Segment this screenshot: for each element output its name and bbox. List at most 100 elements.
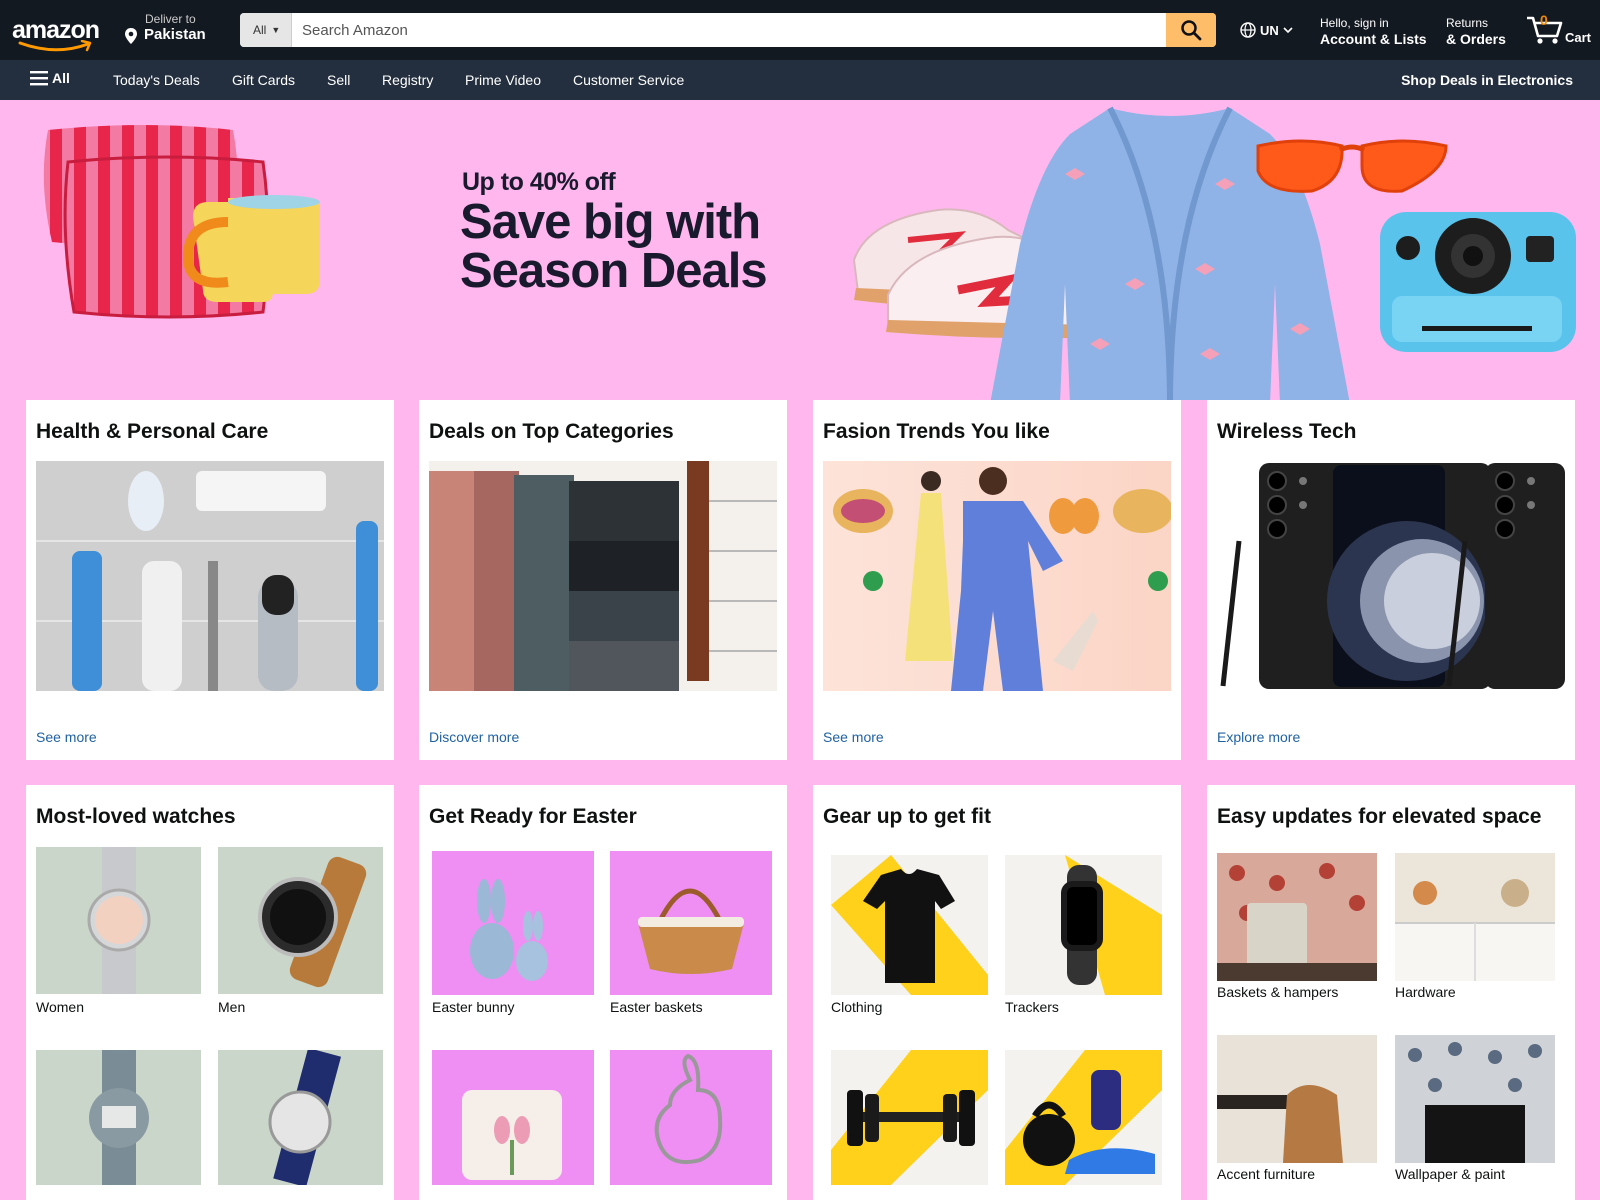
card-health-personal-care: Health & Personal Care See more (26, 400, 394, 760)
account-greeting: Hello, sign in (1320, 16, 1389, 30)
fitness-clothing-tile[interactable] (831, 855, 988, 995)
tshirt-image (831, 855, 988, 995)
nav-registry[interactable]: Registry (382, 72, 433, 88)
search-button[interactable] (1166, 13, 1216, 47)
hero-subheadline: Up to 40% off (462, 168, 616, 196)
card-easy-updates-space: Easy updates for elevated space Baskets … (1207, 785, 1575, 1200)
smartphone-image[interactable] (1217, 461, 1565, 691)
sunglasses-image (1256, 139, 1448, 193)
search-category-dropdown[interactable]: All ▼ (240, 13, 292, 47)
tile-label-clothing[interactable]: Clothing (831, 999, 882, 1015)
amazon-logo[interactable]: amazon (12, 10, 104, 52)
card-title: Most-loved watches (36, 805, 236, 828)
sport-watch-image (268, 1050, 342, 1185)
accent-furniture-image (1217, 1035, 1377, 1163)
cart-button[interactable]: 0 Cart (1525, 12, 1597, 48)
tile-label-women[interactable]: Women (36, 999, 84, 1015)
chevron-down-icon (1283, 27, 1293, 34)
tile-label-trackers[interactable]: Trackers (1005, 999, 1059, 1015)
bunny-cookie-cutter-image (654, 1053, 723, 1165)
baskets-hampers-image (1217, 853, 1377, 981)
wallpaper-paint-image (1395, 1035, 1555, 1163)
search-category-label: All (253, 23, 267, 37)
card-link-explore-more[interactable]: Explore more (1217, 729, 1300, 745)
card-link-see-more[interactable]: See more (823, 729, 884, 745)
account-menu[interactable]: Hello, sign in Account & Lists (1320, 16, 1427, 47)
baskets-hampers-tile[interactable] (1217, 853, 1377, 981)
search-icon (1181, 20, 1202, 41)
easter-pillows-tile[interactable] (432, 1050, 594, 1185)
language-selector[interactable]: UN (1240, 22, 1293, 38)
hero-headline: Save big with Season Deals (460, 195, 768, 298)
pillows-mug-image (43, 125, 320, 319)
tile-label-easter-bunny[interactable]: Easter bunny (432, 999, 515, 1015)
card-link-see-more[interactable]: See more (36, 729, 97, 745)
tile-label-baskets-hampers[interactable]: Baskets & hampers (1217, 984, 1338, 1000)
card-title: Wireless Tech (1217, 420, 1357, 443)
health-products-image[interactable] (36, 461, 384, 691)
tile-label-wallpaper-paint[interactable]: Wallpaper & paint (1395, 1166, 1505, 1182)
returns-label: Returns (1446, 16, 1489, 30)
fitness-trackers-tile[interactable] (1005, 855, 1162, 995)
globe-icon (1240, 22, 1256, 38)
fitness-tracker-image (1061, 855, 1162, 995)
watch-women-tile[interactable] (36, 847, 201, 994)
card-deals-top-categories: Deals on Top Categories Discover more (419, 400, 787, 760)
nav-customer-service[interactable]: Customer Service (573, 72, 684, 88)
language-code: UN (1260, 22, 1279, 38)
card-title: Deals on Top Categories (429, 420, 674, 443)
accent-furniture-tile[interactable] (1217, 1035, 1377, 1163)
wallpaper-paint-tile[interactable] (1395, 1035, 1555, 1163)
tulip-pillows-image (462, 1090, 562, 1180)
fitness-gear-tile[interactable] (1005, 1050, 1162, 1185)
watch-kids-tile[interactable] (36, 1050, 201, 1185)
nav-prime-video[interactable]: Prime Video (465, 72, 541, 88)
card-gear-up-fit: Gear up to get fit Clothing Trackers (813, 785, 1181, 1200)
women-watch-image (87, 847, 151, 994)
tile-label-men[interactable]: Men (218, 999, 245, 1015)
all-menu-label: All (52, 70, 70, 86)
tile-label-easter-baskets[interactable]: Easter baskets (610, 999, 703, 1015)
dumbbell-image (831, 1050, 988, 1185)
card-most-loved-watches: Most-loved watches Women Men (26, 785, 394, 1200)
easter-bunny-tile[interactable] (432, 851, 594, 995)
returns-orders[interactable]: Returns & Orders (1446, 16, 1506, 47)
nav-shop-deals-electronics[interactable]: Shop Deals in Electronics (1401, 72, 1573, 88)
watch-sport-tile[interactable] (218, 1050, 383, 1185)
deliver-to-label: Deliver to (145, 12, 196, 26)
hardware-tile[interactable] (1395, 853, 1555, 981)
nav-sell[interactable]: Sell (327, 72, 350, 88)
scarves-illustration (429, 461, 777, 691)
sub-nav: All Today's Deals Gift Cards Sell Regist… (0, 60, 1600, 100)
deliver-location: Pakistan (144, 26, 206, 43)
all-menu-button[interactable]: All (30, 70, 70, 86)
card-link-discover-more[interactable]: Discover more (429, 729, 519, 745)
nav-todays-deals[interactable]: Today's Deals (113, 72, 200, 88)
tile-label-hardware[interactable]: Hardware (1395, 984, 1456, 1000)
easter-cookie-cutter-tile[interactable] (610, 1050, 772, 1185)
fitness-dumbbells-tile[interactable] (831, 1050, 988, 1185)
nav-gift-cards[interactable]: Gift Cards (232, 72, 295, 88)
card-title: Easy updates for elevated space (1217, 805, 1542, 828)
fashion-image[interactable] (823, 461, 1171, 691)
digital-watch-image (89, 1050, 149, 1185)
card-title: Fasion Trends You like (823, 420, 1050, 443)
cart-count: 0 (1540, 12, 1548, 28)
hamburger-menu-icon (30, 71, 48, 86)
tile-label-accent-furniture[interactable]: Accent furniture (1217, 1166, 1315, 1182)
men-watch-image (258, 856, 367, 988)
hero-banner[interactable]: Up to 40% off Save big with Season Deals (0, 100, 1600, 400)
watch-men-tile[interactable] (218, 847, 383, 994)
orders-label: & Orders (1446, 31, 1506, 47)
search-bar: All ▼ (240, 13, 1216, 47)
search-input[interactable] (292, 13, 1162, 47)
account-lists-label: Account & Lists (1320, 31, 1427, 47)
location-pin-icon (125, 28, 137, 44)
top-nav: amazon Deliver to Pakistan All ▼ Search … (0, 0, 1600, 60)
scarves-image[interactable] (429, 461, 777, 691)
card-fashion-trends: Fasion Trends You like See more (813, 400, 1181, 760)
hardware-image (1395, 853, 1555, 981)
card-get-ready-easter: Get Ready for Easter Easter bunny Easter… (419, 785, 787, 1200)
easter-baskets-tile[interactable] (610, 851, 772, 995)
instant-camera-image (1380, 212, 1576, 352)
